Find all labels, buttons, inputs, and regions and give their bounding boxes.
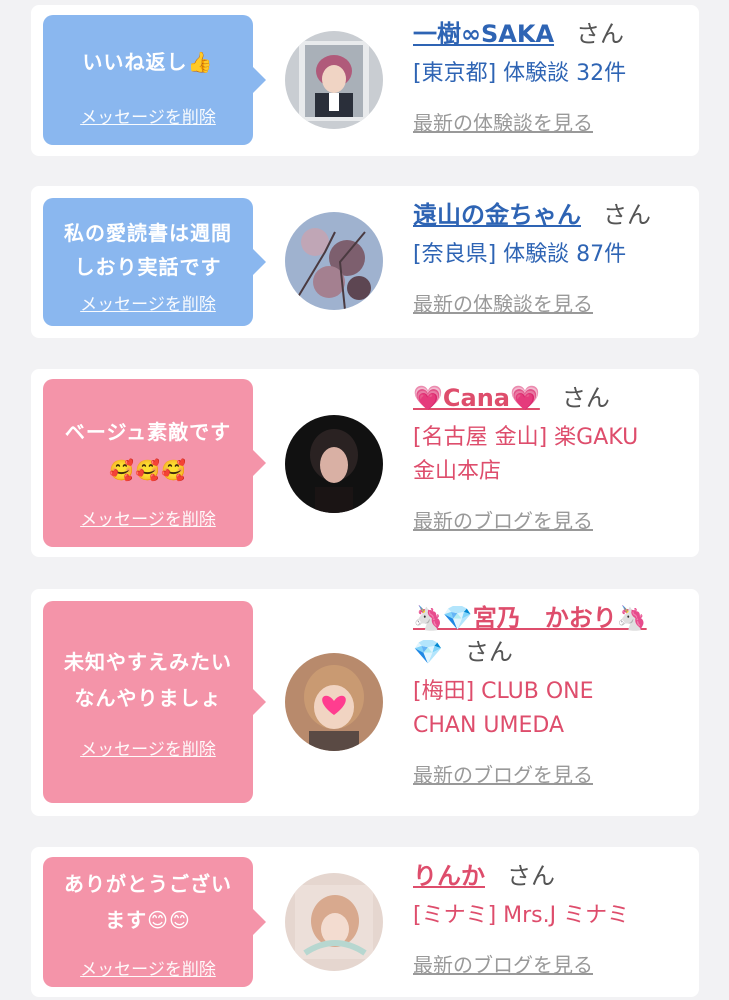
message-text-line: ます😊😊 bbox=[105, 908, 191, 932]
sender-detail-line: [名古屋 金山] 楽GAKU bbox=[413, 425, 639, 450]
message-bubble: 私の愛読書は週間 しおり実話です メッセージを削除 bbox=[43, 198, 266, 326]
message-card: いいね返し👍 メッセージを削除 一樹∞SAKA さん [東京都] 体験談 32件 … bbox=[31, 5, 699, 156]
message-bubble: ベージュ素敵です 🥰🥰🥰 メッセージを削除 bbox=[43, 379, 266, 547]
message-text-line: 私の愛読書は週間 bbox=[64, 221, 232, 245]
delete-message-link[interactable]: メッセージを削除 bbox=[43, 735, 253, 760]
sender-detail-line: [梅田] CLUB ONE bbox=[413, 679, 594, 704]
honorific: さん bbox=[507, 862, 555, 890]
avatar-photo-icon bbox=[285, 653, 383, 751]
delete-message-link[interactable]: メッセージを削除 bbox=[43, 955, 253, 980]
avatar[interactable] bbox=[285, 873, 383, 971]
sender-name-link-cont[interactable]: 💎 bbox=[413, 638, 443, 666]
sender-info: 遠山の金ちゃん さん [奈良県] 体験談 87件 最新の体験談を見る bbox=[413, 198, 689, 317]
delete-message-link[interactable]: メッセージを削除 bbox=[43, 505, 253, 530]
honorific: さん bbox=[464, 638, 513, 666]
avatar[interactable] bbox=[285, 415, 383, 513]
sender-info: りんか さん [ミナミ] Mrs.J ミナミ 最新のブログを見る bbox=[413, 859, 689, 978]
message-text-line: 🥰🥰🥰 bbox=[109, 458, 187, 482]
latest-post-link[interactable]: 最新の体験談を見る bbox=[413, 288, 689, 317]
sender-info: 💗Cana💗 さん [名古屋 金山] 楽GAKU 金山本店 最新のブログを見る bbox=[413, 381, 689, 534]
delete-message-link[interactable]: メッセージを削除 bbox=[43, 103, 253, 128]
avatar[interactable] bbox=[285, 653, 383, 751]
sender-name-link[interactable]: 🦄💎宮乃 かおり🦄 bbox=[413, 604, 647, 632]
avatar-photo-icon bbox=[285, 31, 383, 129]
message-list: いいね返し👍 メッセージを削除 一樹∞SAKA さん [東京都] 体験談 32件 … bbox=[0, 0, 729, 1000]
sender-detail: [奈良県] 体験談 87件 bbox=[413, 242, 627, 267]
sender-detail-line: CHAN UMEDA bbox=[413, 713, 564, 738]
latest-post-link[interactable]: 最新のブログを見る bbox=[413, 505, 689, 534]
message-text-line: ベージュ素敵です bbox=[64, 420, 232, 444]
sender-name-link[interactable]: 一樹∞SAKA bbox=[413, 20, 554, 48]
message-text-line: なんやりましょ bbox=[74, 686, 222, 710]
avatar-photo-icon bbox=[285, 212, 383, 310]
message-card: ベージュ素敵です 🥰🥰🥰 メッセージを削除 💗Cana💗 さん [名古屋 金山] … bbox=[31, 369, 699, 557]
honorific: さん bbox=[576, 20, 625, 48]
sender-info: 一樹∞SAKA さん [東京都] 体験談 32件 最新の体験談を見る bbox=[413, 17, 689, 136]
message-bubble: いいね返し👍 メッセージを削除 bbox=[43, 15, 266, 145]
message-text: いいね返し👍 bbox=[82, 50, 214, 74]
avatar-photo-icon bbox=[285, 415, 383, 513]
message-card: 未知やすえみたい なんやりましょ メッセージを削除 🦄💎宮乃 かおり🦄 💎 さん … bbox=[31, 589, 699, 816]
message-bubble: 未知やすえみたい なんやりましょ メッセージを削除 bbox=[43, 601, 266, 803]
sender-info: 🦄💎宮乃 かおり🦄 💎 さん [梅田] CLUB ONE CHAN UMEDA 最… bbox=[413, 601, 689, 788]
delete-message-link[interactable]: メッセージを削除 bbox=[43, 290, 253, 315]
sender-name-link[interactable]: 💗Cana💗 bbox=[413, 384, 540, 412]
message-text-line: 未知やすえみたい bbox=[64, 650, 232, 674]
sender-name-link[interactable]: りんか bbox=[413, 862, 485, 890]
avatar[interactable] bbox=[285, 212, 383, 310]
sender-name-link[interactable]: 遠山の金ちゃん bbox=[413, 201, 581, 229]
message-card: 私の愛読書は週間 しおり実話です メッセージを削除 遠山の金ちゃん さん [奈良県… bbox=[31, 186, 699, 338]
honorific: さん bbox=[603, 201, 651, 229]
honorific: さん bbox=[561, 384, 610, 412]
message-card: ありがとうござい ます😊😊 メッセージを削除 りんか さん [ミナミ] Mrs.J… bbox=[31, 847, 699, 997]
message-text-line: しおり実話です bbox=[74, 255, 222, 279]
latest-post-link[interactable]: 最新のブログを見る bbox=[413, 759, 689, 788]
avatar-photo-icon bbox=[285, 873, 383, 971]
latest-post-link[interactable]: 最新のブログを見る bbox=[413, 949, 689, 978]
sender-detail: [東京都] 体験談 32件 bbox=[413, 61, 627, 86]
sender-detail: [ミナミ] Mrs.J ミナミ bbox=[413, 903, 630, 928]
sender-detail-line: 金山本店 bbox=[413, 459, 502, 484]
message-bubble: ありがとうござい ます😊😊 メッセージを削除 bbox=[43, 857, 266, 987]
message-text-line: ありがとうござい bbox=[64, 872, 232, 896]
latest-post-link[interactable]: 最新の体験談を見る bbox=[413, 107, 689, 136]
avatar[interactable] bbox=[285, 31, 383, 129]
